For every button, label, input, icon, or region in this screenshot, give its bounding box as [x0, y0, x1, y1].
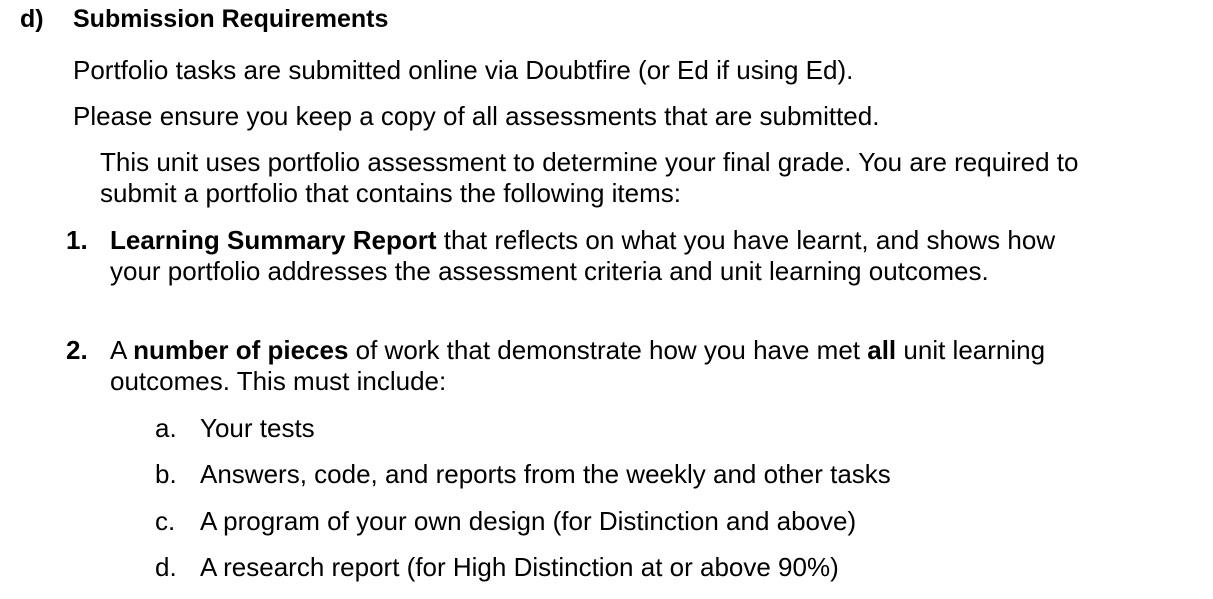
pieces-mid: of work that demonstrate how you have me…: [348, 335, 868, 365]
section-letter: d): [20, 5, 44, 33]
sub-item-text: A program of your own design (for Distin…: [200, 506, 857, 536]
sub-item-letter: d.: [155, 552, 177, 582]
learning-summary-bold: Learning Summary Report: [110, 225, 437, 255]
section-title: Submission Requirements: [73, 5, 389, 33]
list-item-body: A number of pieces of work that demonstr…: [110, 335, 1070, 397]
paragraph-portfolio-intro: This unit uses portfolio assessment to d…: [100, 147, 1079, 208]
sub-item-text: Your tests: [200, 413, 315, 443]
sub-item-letter: b.: [155, 459, 177, 489]
list-item-body: Learning Summary Report that reflects on…: [110, 225, 1070, 287]
sub-item-text: A research report (for High Distinction …: [200, 552, 839, 582]
pieces-pre: A: [110, 335, 134, 365]
sub-item-text: Answers, code, and reports from the week…: [200, 459, 891, 489]
pieces-bold: number of pieces: [133, 335, 349, 365]
sub-item-letter: a.: [155, 413, 177, 443]
list-item-number: 1.: [66, 225, 88, 255]
list-item-number: 2.: [66, 335, 88, 365]
sub-item-letter: c.: [155, 506, 176, 536]
submission-requirements-section: d) Submission Requirements Portfolio tas…: [0, 0, 1213, 599]
paragraph-submission-method: Portfolio tasks are submitted online via…: [73, 55, 854, 85]
pieces-all-bold: all: [867, 335, 897, 365]
paragraph-keep-copy: Please ensure you keep a copy of all ass…: [73, 101, 880, 131]
